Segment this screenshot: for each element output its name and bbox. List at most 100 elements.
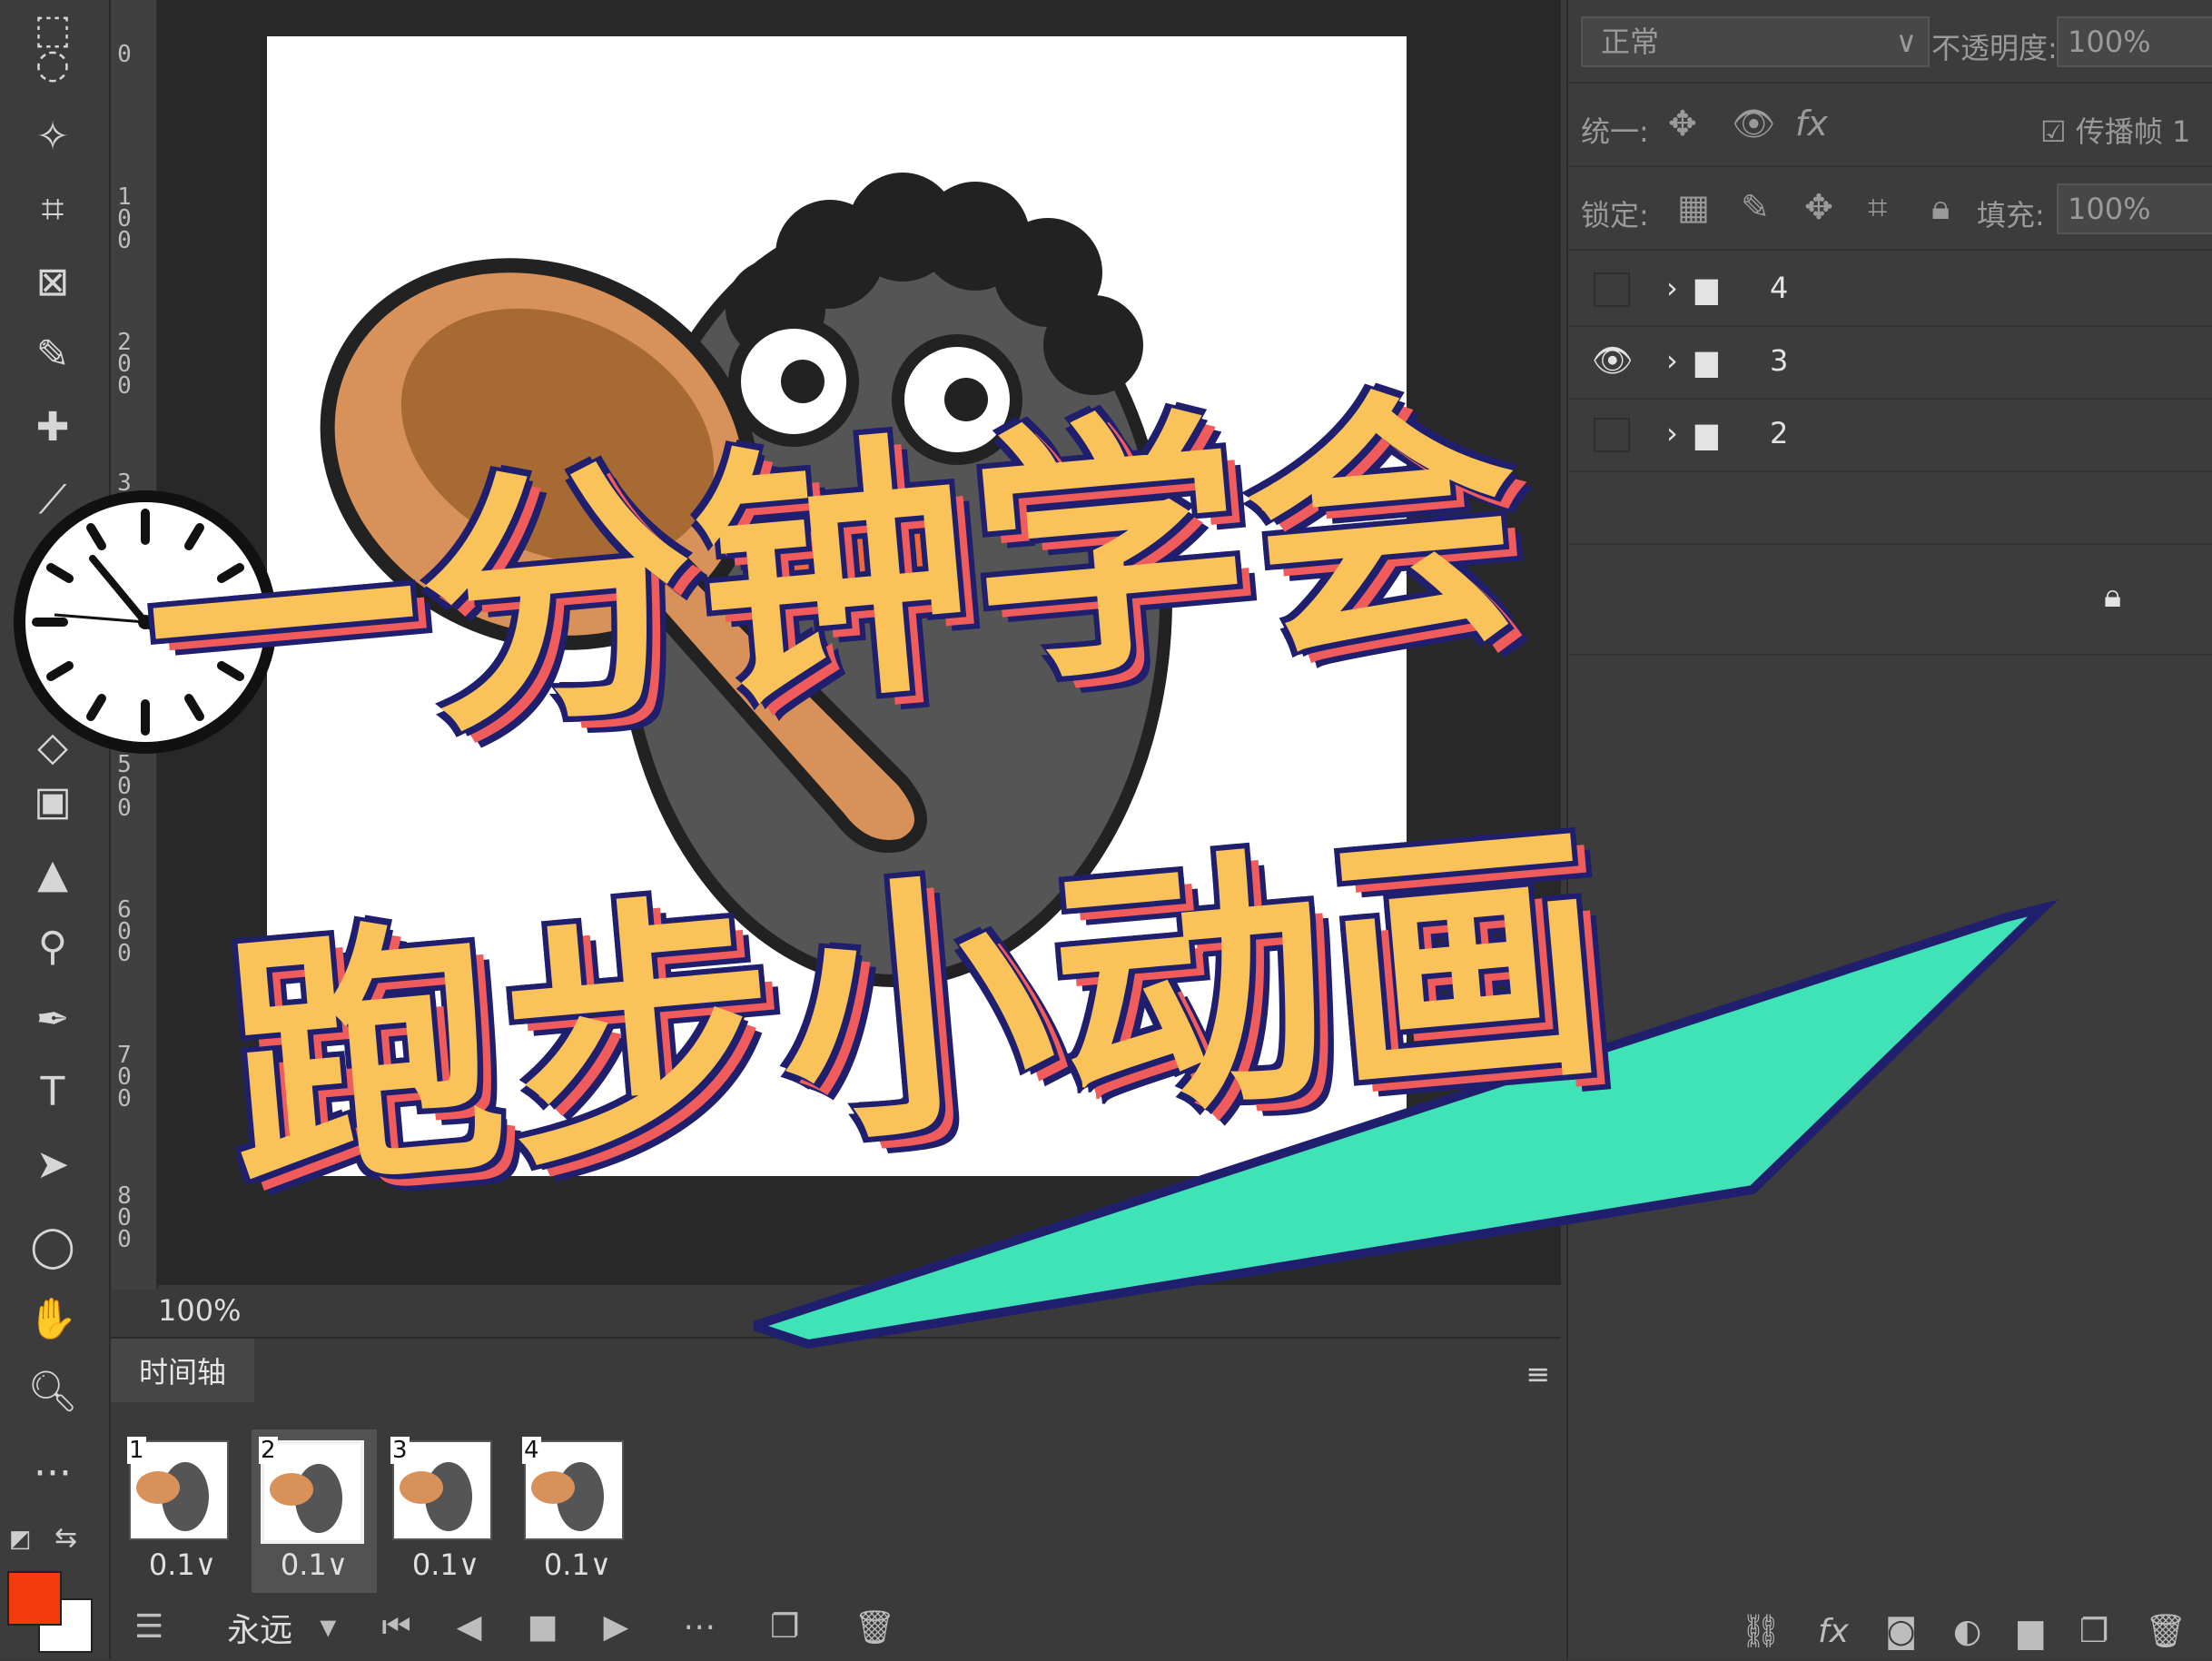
crop-icon[interactable]: ⌗ <box>20 180 85 238</box>
chevron-right-icon[interactable]: › <box>1666 416 1678 450</box>
folder-icon: ▆ <box>1695 416 1718 450</box>
duplicate-frame-icon[interactable]: ❐ <box>770 1608 799 1646</box>
mask-icon[interactable]: ◙ <box>1885 1613 1917 1650</box>
first-frame-icon[interactable]: ⏮ <box>381 1608 410 1646</box>
unify-row: 统一: ✥ 👁︎ fx ☑ 传播帧 1 <box>1568 84 2212 167</box>
type-icon[interactable]: T <box>20 1063 85 1121</box>
frame-delay[interactable]: 0.1∨ <box>120 1547 245 1582</box>
frame-delay[interactable]: 0.1∨ <box>252 1547 377 1582</box>
group-icon[interactable]: ▆ <box>2018 1613 2043 1650</box>
chevron-right-icon[interactable]: › <box>1666 271 1678 305</box>
lock-pixels-icon[interactable]: ✎ <box>1741 187 1770 227</box>
lock-label: 锁定: <box>1581 198 1649 232</box>
frame-number: 3 <box>390 1437 410 1464</box>
unify-style-icon[interactable]: fx <box>1795 104 1828 143</box>
ruler-label: 5 0 0 <box>117 751 132 822</box>
folder-icon: ▆ <box>1695 343 1718 378</box>
unify-label: 统一: <box>1581 114 1649 149</box>
zoom-icon[interactable]: 🔍︎ <box>20 1362 85 1420</box>
ellipse-icon[interactable]: ◯ <box>20 1217 85 1275</box>
layers-footer: ⛓ fx ◙ ◐ ▆ ❐ 🗑︎ <box>1568 1603 2212 1659</box>
fx-icon[interactable]: fx <box>1818 1613 1849 1650</box>
frame-number: 4 <box>522 1437 541 1464</box>
layer-row[interactable] <box>1568 472 2212 545</box>
adjustment-icon[interactable]: ◐ <box>1953 1613 1981 1650</box>
frame-icon[interactable]: ⊠ <box>20 252 85 311</box>
pen-icon[interactable]: ✒ <box>20 990 85 1048</box>
timeline-panel: 时间轴 ≡ 1 0.1∨ 2 0.1∨ 3 0.1∨ 4 0.1∨ ☰ 永远 ▾… <box>111 1337 1561 1661</box>
ruler-label: 2 0 0 <box>117 329 132 400</box>
path-select-icon[interactable]: ➤ <box>20 1135 85 1193</box>
timeline-frame[interactable]: 4 0.1∨ <box>515 1429 640 1593</box>
visibility-toggle[interactable] <box>1594 418 1630 452</box>
chevron-right-icon[interactable]: › <box>1666 343 1678 378</box>
prev-frame-icon[interactable]: ◀ <box>457 1608 482 1646</box>
blend-row: 正常 ∨ 不透明度: 100% <box>1568 0 2212 84</box>
layer-row[interactable]: › ▆ 2 <box>1568 400 2212 472</box>
layer-name: 2 <box>1770 416 1789 450</box>
gradient-icon[interactable]: ▣ <box>20 772 85 830</box>
layer-row[interactable]: 👁︎ › ▆ 3 <box>1568 327 2212 400</box>
chevron-down-icon[interactable]: ▾ <box>320 1608 336 1646</box>
timeline-frame[interactable]: 3 0.1∨ <box>383 1429 509 1593</box>
blur-icon[interactable]: ▲ <box>20 845 85 903</box>
lock-transparent-icon[interactable]: ▦ <box>1677 187 1710 227</box>
zoom-level[interactable]: 100% <box>158 1293 241 1328</box>
frame-delay[interactable]: 0.1∨ <box>383 1547 509 1582</box>
trash-icon[interactable]: 🗑︎ <box>2145 1612 2187 1650</box>
timeline-frame[interactable]: 1 0.1∨ <box>120 1429 245 1593</box>
fill-field[interactable]: 100% <box>2057 183 2212 234</box>
ruler-label: 8 0 0 <box>117 1182 132 1253</box>
more-icon[interactable]: ··· <box>20 1444 85 1502</box>
unify-position-icon[interactable]: ✥ <box>1668 104 1697 143</box>
next-frame-icon[interactable]: ▶ <box>603 1608 628 1646</box>
ruler-label: 1 0 0 <box>117 183 132 254</box>
timeline-frame[interactable]: 2 0.1∨ <box>252 1429 377 1593</box>
foreground-color-swatch[interactable] <box>7 1571 62 1626</box>
timeline-controls: ☰ 永远 ▾ ⏮ ◀ ■ ▶ ⋯ ❐ 🗑︎ <box>111 1593 1561 1661</box>
ruler-label: 6 0 0 <box>117 896 132 967</box>
ruler-label: 0 <box>117 41 132 68</box>
frame-number: 1 <box>127 1437 146 1464</box>
swap-colors-icon[interactable]: ⇆ <box>54 1522 91 1554</box>
ruler-label: 7 0 0 <box>117 1042 132 1112</box>
propagate-checkbox[interactable]: ☑ 传播帧 1 <box>2040 109 2190 151</box>
fill-label: 填充: <box>1977 198 2045 232</box>
eyedropper-icon[interactable]: ✎ <box>20 325 85 383</box>
background-layer-row[interactable]: 🔒︎ <box>1568 545 2212 656</box>
hand-icon[interactable]: ✋ <box>20 1290 85 1348</box>
lock-position-icon[interactable]: ✥ <box>1804 187 1833 227</box>
loop-select[interactable]: 永远 <box>227 1604 292 1651</box>
folder-icon: ▆ <box>1695 271 1718 305</box>
visibility-toggle[interactable] <box>1594 272 1630 307</box>
tab-timeline[interactable]: 时间轴 <box>111 1339 254 1402</box>
stop-icon[interactable]: ■ <box>527 1608 558 1646</box>
blend-mode-select[interactable]: 正常 ∨ <box>1581 16 1930 67</box>
tools-panel: ⬚ ◌ ✧ ⌗ ⊠ ✎ ✚ ⟋ ◇ ▣ ▲ ⚲ ✒ T ➤ ◯ ✋ 🔍︎ ···… <box>0 0 111 1659</box>
opacity-label: 不透明度: <box>1931 31 2058 65</box>
lasso-icon[interactable]: ◌ <box>20 35 85 93</box>
unify-visibility-icon[interactable]: 👁︎ <box>1732 104 1775 144</box>
dodge-icon[interactable]: ⚲ <box>20 917 85 975</box>
lock-all-icon[interactable]: 🔒︎ <box>1931 187 1950 228</box>
lock-row: 锁定: ▦ ✎ ✥ ⌗ 🔒︎ 填充: 100% <box>1568 167 2212 251</box>
opacity-field[interactable]: 100% <box>2057 16 2212 67</box>
frame-number: 2 <box>259 1437 278 1464</box>
frame-delay[interactable]: 0.1∨ <box>515 1547 640 1582</box>
new-layer-icon[interactable]: ❐ <box>2079 1613 2108 1650</box>
default-colors-icon[interactable]: ◩ <box>9 1526 45 1553</box>
layer-name: 4 <box>1770 271 1789 305</box>
link-icon[interactable]: ⛓ <box>1740 1612 1782 1650</box>
lock-icon: 🔒︎ <box>2104 578 2122 615</box>
convert-icon[interactable]: ☰ <box>134 1608 163 1646</box>
eye-icon[interactable]: 👁︎ <box>1592 341 1634 380</box>
layer-name: 3 <box>1770 343 1789 378</box>
chevron-down-icon: ∨ <box>1895 25 1917 59</box>
magic-wand-icon[interactable]: ✧ <box>20 107 85 165</box>
layers-panel: 正常 ∨ 不透明度: 100% 统一: ✥ 👁︎ fx ☑ 传播帧 1 锁定: ▦… <box>1566 0 2212 1659</box>
trash-icon[interactable]: 🗑︎ <box>854 1608 895 1646</box>
lock-artboard-icon[interactable]: ⌗ <box>1868 187 1887 228</box>
layer-row[interactable]: › ▆ 4 <box>1568 254 2212 327</box>
healing-icon[interactable]: ✚ <box>20 398 85 456</box>
tween-icon[interactable]: ⋯ <box>683 1608 716 1646</box>
